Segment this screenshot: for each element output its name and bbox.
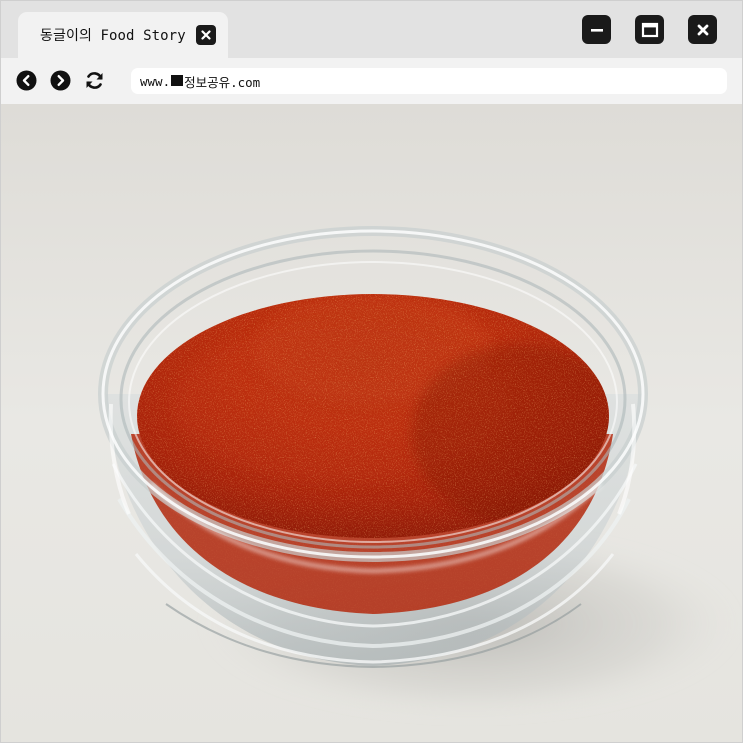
address-bar[interactable]: www. 정보공유.com bbox=[131, 68, 727, 94]
browser-window: 동글이의 Food Story www. 정보공유.com bbox=[0, 0, 743, 743]
tab-food-story[interactable]: 동글이의 Food Story bbox=[18, 12, 228, 58]
tab-close-icon[interactable] bbox=[196, 25, 216, 45]
window-close-icon[interactable] bbox=[688, 15, 717, 44]
redacted-block bbox=[171, 75, 184, 86]
tab-title: 동글이의 Food Story bbox=[40, 28, 186, 44]
back-arrow-icon[interactable] bbox=[16, 70, 37, 91]
url-prefix: www. bbox=[140, 73, 171, 89]
forward-arrow-icon[interactable] bbox=[50, 70, 71, 91]
minimize-icon[interactable] bbox=[582, 15, 611, 44]
chili-powder-bowl-image bbox=[1, 104, 742, 742]
tab-strip: 동글이의 Food Story bbox=[1, 1, 742, 58]
maximize-icon[interactable] bbox=[635, 15, 664, 44]
reload-icon[interactable] bbox=[84, 70, 105, 91]
navigation-toolbar: www. 정보공유.com bbox=[1, 58, 742, 104]
page-content bbox=[1, 104, 742, 742]
url-domain: 정보공유.com bbox=[184, 74, 261, 90]
